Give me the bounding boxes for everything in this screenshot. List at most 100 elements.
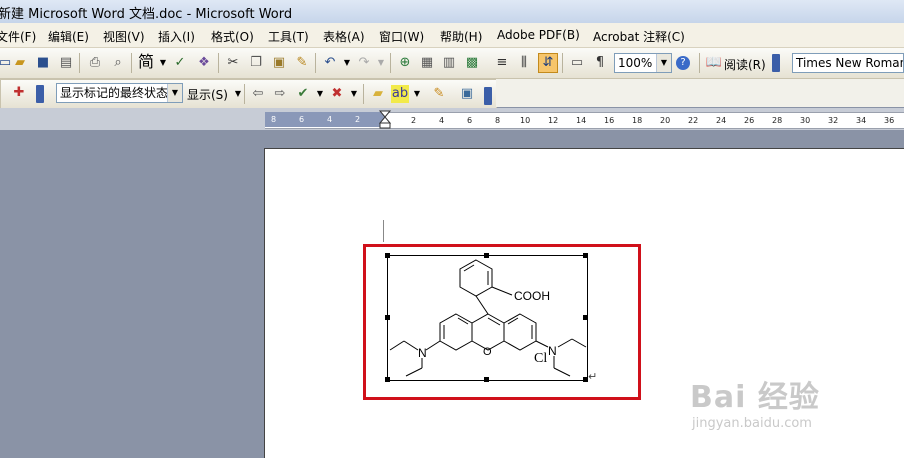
reject-dropdown-icon[interactable]: ▼: [345, 85, 363, 103]
drawing-icon[interactable]: ⫼: [515, 54, 533, 72]
ruler-tick: 10: [520, 116, 531, 125]
ruler-tick: 6: [467, 116, 473, 125]
ruler-tick: 18: [632, 116, 643, 125]
columns-icon[interactable]: ≡: [493, 54, 511, 72]
separator: [562, 53, 563, 73]
indent-marker-icon[interactable]: [379, 110, 391, 130]
menu-edit[interactable]: 编辑(E): [48, 28, 89, 45]
window-title: 新建 Microsoft Word 文档.doc - Microsoft Wor…: [0, 7, 293, 22]
baidu-watermark: Bai 经验 jingyan.baidu.com: [690, 372, 820, 431]
track-changes-toggle-icon[interactable]: ✎: [430, 85, 448, 103]
separator: [244, 84, 245, 104]
menu-acrobat-comments[interactable]: Acrobat 注释(C): [593, 28, 685, 45]
zoom-combo[interactable]: 100% ▼: [614, 53, 672, 73]
toolbar-options-handle[interactable]: [772, 54, 780, 72]
dropdown-arrow-icon[interactable]: ▼: [154, 54, 172, 72]
accept-change-icon[interactable]: ✔: [294, 85, 312, 103]
ruler-margin-area: 8 6 4 2: [265, 112, 385, 127]
save-icon[interactable]: ■: [34, 54, 52, 72]
reviewing-toolbar: ✚ 显示标记的最终状态 ▼ 显示(S) ▼ ⇦ ⇨ ✔ ▼ ✖ ▼ ▰ ab ▼…: [0, 79, 497, 109]
watermark-url: jingyan.baidu.com: [692, 416, 812, 431]
font-value: Times New Roman: [796, 56, 904, 70]
watermark-logo: Bai 经验: [690, 380, 820, 415]
separator: [218, 53, 219, 73]
paragraph-marks-icon[interactable]: ¶: [591, 54, 609, 72]
ruler-tick: 30: [800, 116, 811, 125]
menu-file[interactable]: 文件(F): [0, 28, 36, 45]
show-hide-icon[interactable]: ▭: [568, 54, 586, 72]
spelling-grammar-icon[interactable]: ✓: [171, 54, 189, 72]
separator: [699, 53, 700, 73]
display-for-review-combo[interactable]: 显示标记的最终状态 ▼: [56, 83, 183, 103]
display-for-review-value: 显示标记的最终状态: [60, 86, 169, 100]
insert-hyperlink-icon[interactable]: ⊕: [396, 54, 414, 72]
research-icon[interactable]: ❖: [195, 54, 213, 72]
ruler-tick: 2: [411, 116, 417, 125]
accept-dropdown-icon[interactable]: ▼: [311, 85, 329, 103]
separator: [363, 84, 364, 104]
separator: [131, 53, 132, 73]
menu-bar: 文件(F) 编辑(E) 视图(V) 插入(I) 格式(O) 工具(T) 表格(A…: [0, 23, 904, 48]
text-margin-corner: [383, 220, 384, 242]
menu-help[interactable]: 帮助(H): [440, 28, 482, 45]
menu-adobe-pdf[interactable]: Adobe PDF(B): [497, 28, 580, 42]
menu-tools[interactable]: 工具(T): [268, 28, 309, 45]
insert-table-icon[interactable]: ▥: [440, 54, 458, 72]
paste-icon[interactable]: ▣: [270, 54, 288, 72]
show-menu-button[interactable]: 显示(S): [187, 86, 228, 103]
ruler-tick: 14: [576, 116, 587, 125]
ruler-tick: 36: [884, 116, 895, 125]
insert-comment-icon[interactable]: ▰: [369, 85, 387, 103]
ruler-tick: 22: [688, 116, 699, 125]
copy-icon[interactable]: ❐: [247, 54, 265, 72]
chevron-down-icon[interactable]: ▼: [167, 84, 182, 102]
menu-insert[interactable]: 插入(I): [158, 28, 195, 45]
undo-dropdown-icon[interactable]: ▼: [338, 54, 356, 72]
previous-change-icon[interactable]: ⇦: [249, 85, 267, 103]
permission-icon[interactable]: ▤: [57, 54, 75, 72]
ruler-tick: 32: [828, 116, 839, 125]
ruler-tick: 12: [548, 116, 559, 125]
menu-table[interactable]: 表格(A): [323, 28, 365, 45]
next-change-icon[interactable]: ⇨: [271, 85, 289, 103]
chevron-down-icon[interactable]: ▼: [656, 54, 671, 72]
font-combo[interactable]: Times New Roman: [792, 53, 904, 73]
ruler-tick: 34: [856, 116, 867, 125]
ruler-tick: 4: [327, 115, 333, 124]
menu-window[interactable]: 窗口(W): [379, 28, 424, 45]
open-folder-icon[interactable]: ▰: [11, 54, 29, 72]
zoom-value: 100%: [618, 56, 653, 70]
redo-dropdown-icon[interactable]: ▼: [372, 54, 390, 72]
ruler-tick: 2: [355, 115, 361, 124]
cut-icon[interactable]: ✂: [224, 54, 242, 72]
insert-excel-icon[interactable]: ▩: [463, 54, 481, 72]
print-icon[interactable]: ⎙: [86, 54, 104, 72]
ruler-tick: 26: [744, 116, 755, 125]
print-preview-icon[interactable]: ⌕: [109, 54, 127, 72]
ruler-tick: 24: [716, 116, 727, 125]
toolbar-area-empty: [496, 79, 904, 107]
ruler-tick: 6: [299, 115, 305, 124]
separator: [390, 53, 391, 73]
standard-toolbar: ▭ ▰ ■ ▤ ⎙ ⌕ 简 ▼ ✓ ❖ ✂ ❐ ▣ ✎ ↶ ▼ ↷ ▼ ⊕ ▦ …: [0, 48, 904, 79]
help-icon[interactable]: ?: [676, 56, 690, 70]
read-icon[interactable]: 📖: [705, 54, 723, 72]
track-changes-icon[interactable]: ✚: [10, 84, 28, 102]
ruler-tick: 20: [660, 116, 671, 125]
reject-change-icon[interactable]: ✖: [328, 85, 346, 103]
simplified-chinese-icon[interactable]: 简: [137, 53, 155, 71]
tables-borders-icon[interactable]: ▦: [418, 54, 436, 72]
toolbar-options-handle[interactable]: [484, 87, 492, 105]
menu-view[interactable]: 视图(V): [103, 28, 145, 45]
toolbar-handle[interactable]: [36, 85, 44, 103]
read-button[interactable]: 阅读(R): [724, 56, 766, 73]
highlight-dropdown-icon[interactable]: ▼: [408, 85, 426, 103]
redo-icon[interactable]: ↷: [355, 54, 373, 72]
menu-format[interactable]: 格式(O): [211, 28, 254, 45]
document-map-icon[interactable]: ⇵: [538, 53, 558, 73]
undo-icon[interactable]: ↶: [321, 54, 339, 72]
highlight-icon[interactable]: ab: [391, 85, 409, 103]
ruler-tick: 16: [604, 116, 615, 125]
format-painter-icon[interactable]: ✎: [293, 54, 311, 72]
reviewing-pane-icon[interactable]: ▣: [458, 85, 476, 103]
